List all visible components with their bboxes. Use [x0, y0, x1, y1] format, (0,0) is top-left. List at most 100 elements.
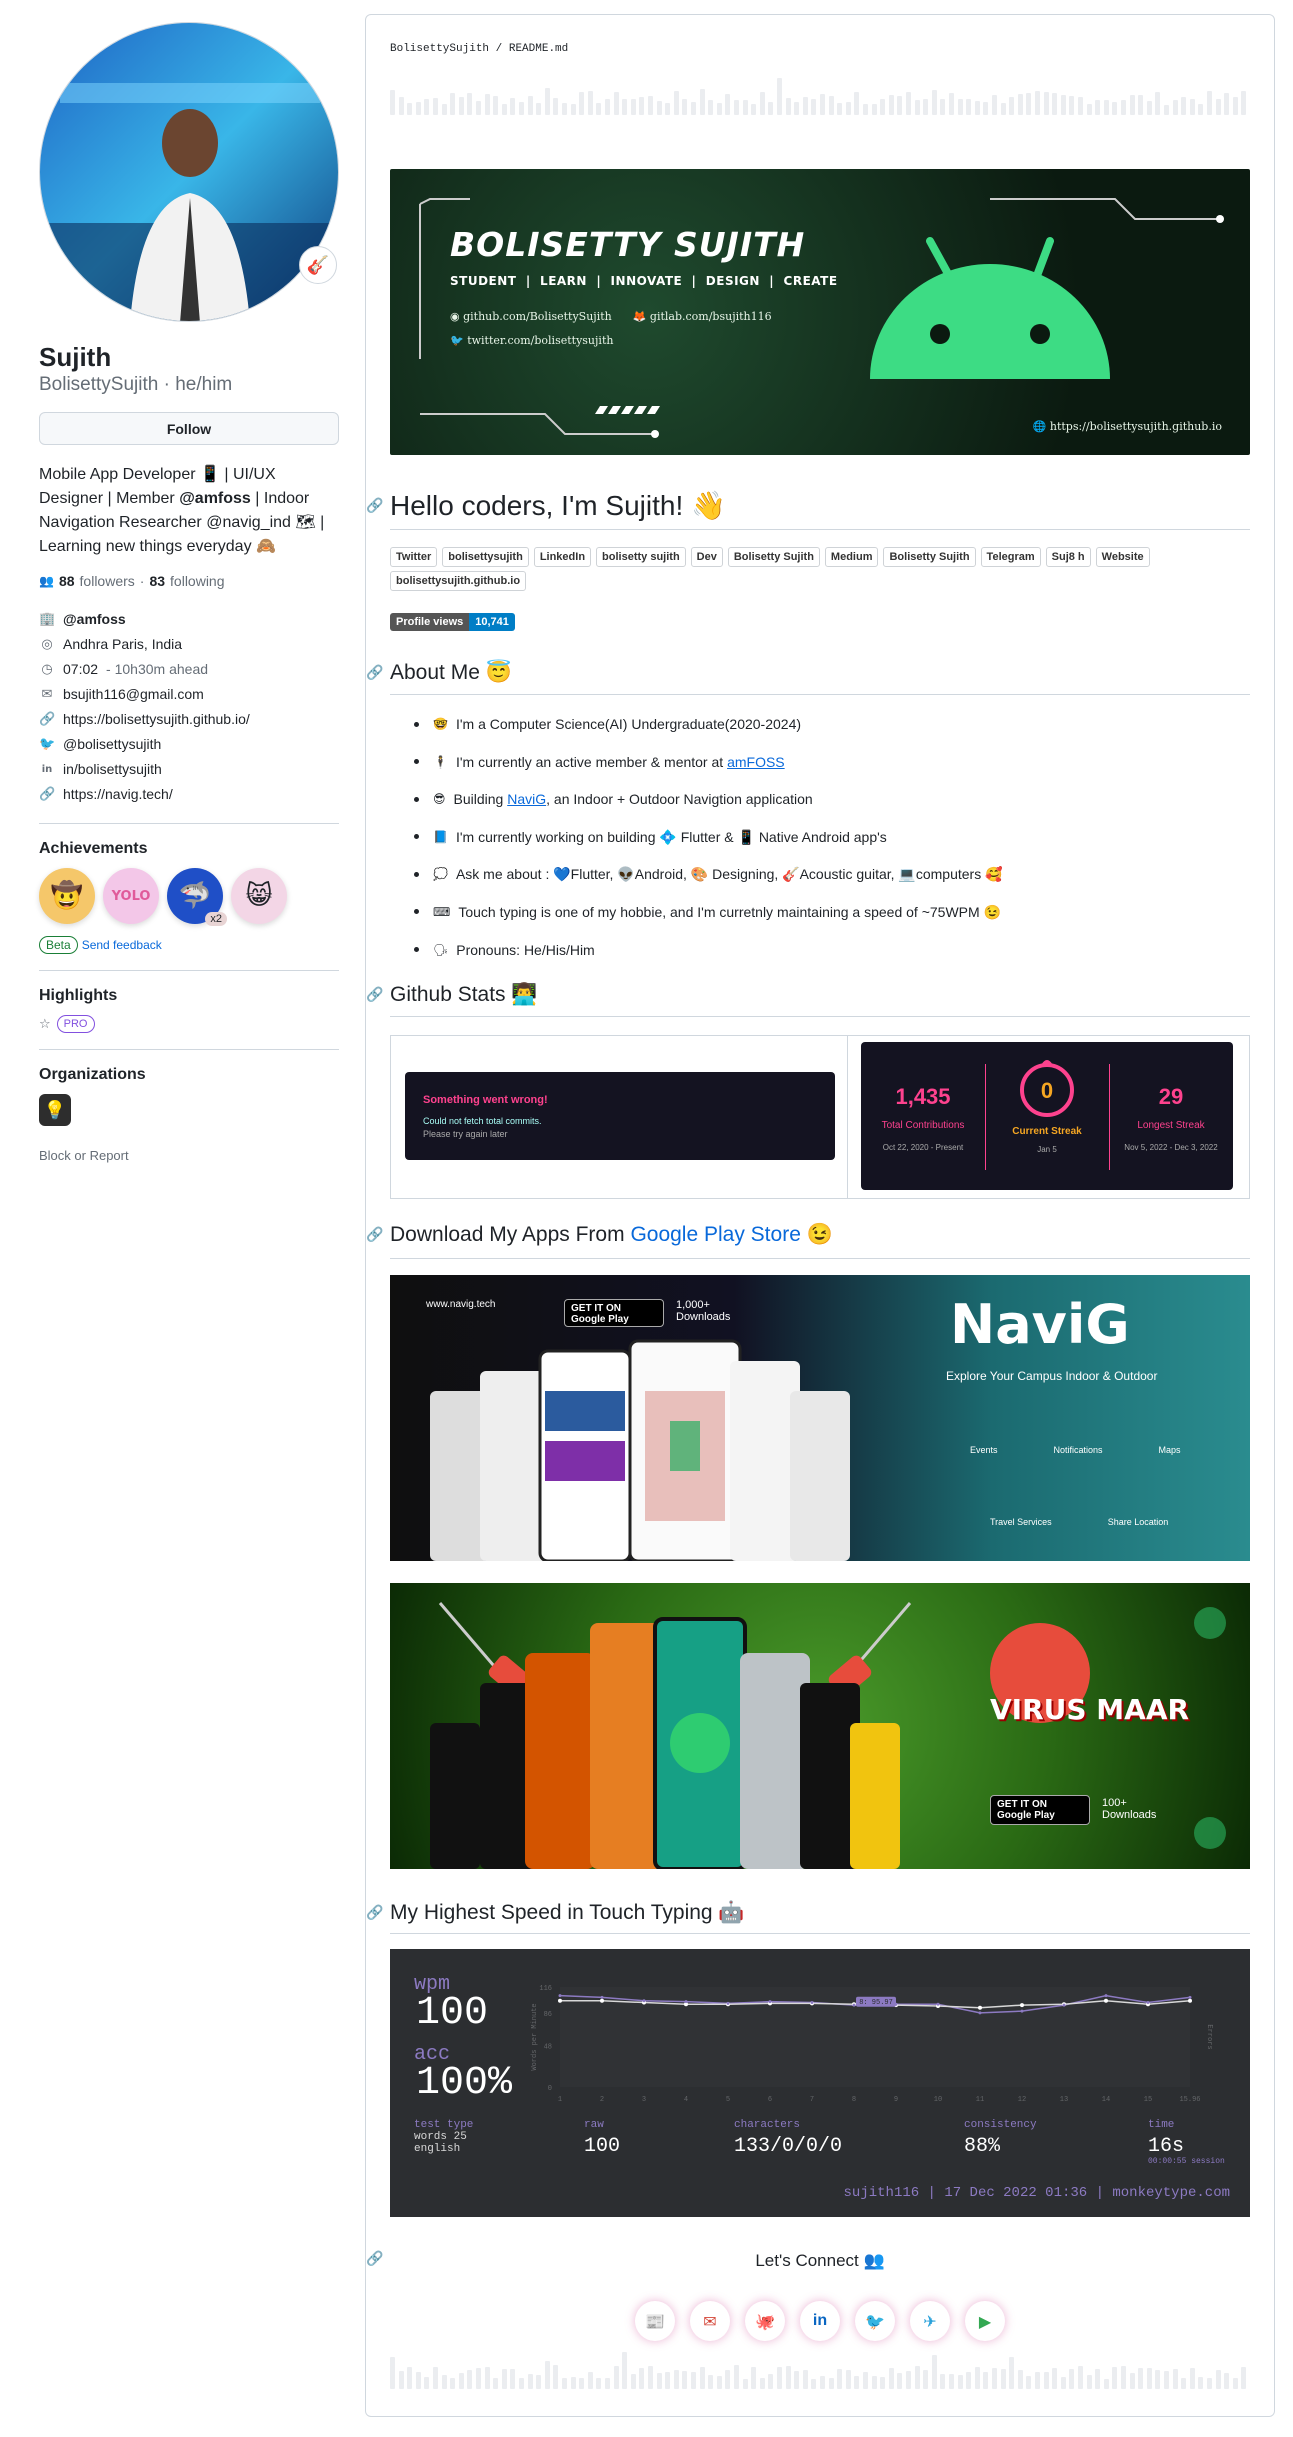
snake-cell [450, 2378, 456, 2389]
snake-cell [1069, 2369, 1075, 2389]
mt-wpm-chart: 116864801 2 3 4 5 6 7 8 9 10 11 12 13 14 15 15.96Words … [531, 1985, 1213, 2104]
navig-app-banner[interactable]: www.navig.tech GET IT ON Google Play 1,0… [390, 1275, 1250, 1561]
shield-linkedin-handle[interactable]: bolisetty sujith [596, 547, 686, 567]
divider [39, 823, 339, 824]
snake-cell [476, 101, 481, 115]
org-avatar[interactable]: 💡 [39, 1094, 71, 1126]
shield-twitter[interactable]: Twitter [390, 547, 438, 567]
play-store-link[interactable]: Google Play Store [630, 1223, 800, 1246]
shield-dev[interactable]: Dev [690, 547, 723, 567]
x-tick-label: 12 [1018, 2096, 1026, 2104]
achievement-badge[interactable]: 🦈 x2 [167, 868, 227, 926]
location-text: Andhra Paris, India [63, 636, 183, 652]
shield-website[interactable]: Website [1095, 547, 1150, 567]
anchor-link-icon[interactable]: 🔗 [366, 1905, 384, 1921]
send-feedback-link[interactable]: Send feedback [82, 938, 162, 952]
snake-cell [914, 100, 920, 115]
newspaper-icon[interactable]: 📰 [635, 2301, 675, 2341]
x-tick-label: 3 [642, 2096, 646, 2104]
heading-typing-text: My Highest Speed in Touch Typing 🤖 [390, 1901, 745, 1924]
x-tick-label: 11 [976, 2096, 984, 2104]
breadcrumb-file[interactable]: README.md [509, 43, 568, 55]
shield-website-url[interactable]: bolisettysujith.github.io [390, 571, 527, 591]
linkedin-link[interactable]: in/bolisettysujith [63, 757, 162, 782]
snake-cell [1026, 92, 1032, 115]
shield-medium[interactable]: Medium [824, 547, 879, 567]
snake-cell [888, 2368, 894, 2389]
profile-login: BolisettySujith · he/him [39, 374, 233, 395]
extra-link[interactable]: https://navig.tech/ [63, 782, 173, 807]
snake-cell [587, 91, 593, 115]
shield-telegram-handle[interactable]: Suj8 h [1045, 547, 1091, 567]
snake-cell [845, 101, 851, 115]
achievement-badge[interactable]: YOLO [103, 868, 159, 924]
shield-linkedin[interactable]: LinkedIn [533, 547, 592, 567]
breadcrumb-user[interactable]: BolisettySujith [390, 43, 489, 55]
achievement-badge[interactable]: 🤠 [39, 868, 95, 924]
twitter-icon[interactable]: 🐦 [855, 2301, 895, 2341]
snake-cell [691, 2371, 696, 2389]
shield-medium-handle[interactable]: Bolisetty Sujith [883, 547, 976, 567]
anchor-link-icon[interactable]: 🔗 [366, 665, 384, 681]
badge-glyph: YOLO [111, 888, 151, 904]
shield-dev-handle[interactable]: Bolisetty Sujith [727, 547, 820, 567]
amfoss-link[interactable]: amFOSS [727, 754, 785, 770]
snake-cell [708, 100, 714, 115]
snake-cell [579, 91, 585, 115]
telegram-icon[interactable]: ✈ [910, 2301, 950, 2341]
google-play-icon[interactable]: ▶ [965, 2301, 1005, 2341]
email-link[interactable]: bsujith116@gmail.com [63, 682, 204, 707]
following-label[interactable]: following [170, 573, 224, 589]
snake-cell [630, 2373, 636, 2389]
snake-cell [1035, 91, 1040, 115]
achievement-badge[interactable]: 😸 [231, 868, 287, 924]
y-axis-label: Words per Minute [531, 2003, 539, 2070]
gmail-icon[interactable]: ✉ [690, 2301, 730, 2341]
snake-cell [536, 2374, 542, 2389]
github-icon[interactable]: 🐙 [745, 2301, 785, 2341]
snake-cell [828, 2377, 834, 2389]
profile-banner: BOLISETTY SUJITH STUDENT | LEARN | INNOV… [390, 169, 1250, 455]
snake-cell [957, 98, 963, 115]
org-link[interactable]: @amfoss [63, 607, 126, 632]
shield-telegram[interactable]: Telegram [980, 547, 1041, 567]
snake-cell [1138, 94, 1144, 115]
avatar[interactable] [39, 22, 339, 322]
snake-cell [1078, 2366, 1083, 2389]
heading-about: 🔗 About Me 😇 [366, 661, 1250, 685]
website-link[interactable]: https://bolisettysujith.github.io/ [63, 707, 250, 732]
navig-link[interactable]: NaviG [507, 791, 546, 807]
anchor-link-icon[interactable]: 🔗 [366, 1227, 384, 1243]
bio-org-link[interactable]: @amfoss [179, 490, 251, 507]
snake-cell [562, 2377, 567, 2389]
block-report-link[interactable]: Block or Report [39, 1148, 339, 1163]
linkedin-icon[interactable]: in [800, 2301, 840, 2341]
snake-cell [510, 2369, 516, 2389]
total-contributions-range: Oct 22, 2020 - Present [882, 1143, 964, 1152]
snake-cell [1095, 100, 1101, 115]
snake-cell [837, 103, 843, 115]
android-logo [870, 237, 1110, 379]
shield-twitter-handle[interactable]: bolisettysujith [442, 547, 529, 567]
globe-icon: 🌐 [1032, 420, 1047, 433]
followers-label[interactable]: followers [80, 573, 135, 589]
following-count[interactable]: 83 [149, 573, 165, 589]
item-text: I'm currently working on building 💠 Flut… [455, 828, 887, 845]
achievements-title[interactable]: Achievements [39, 840, 339, 858]
snake-cell [820, 94, 825, 115]
snake-cell [983, 2372, 989, 2389]
snake-cell [957, 2374, 963, 2389]
status-emoji-button[interactable]: 🎸 [299, 246, 337, 284]
virus-maar-app-banner[interactable]: VIRUS MAAR GET IT ON Google Play 100+ Do… [390, 1583, 1250, 1869]
anchor-link-icon[interactable]: 🔗 [366, 498, 384, 514]
twitter-link[interactable]: @bolisettysujith [63, 732, 161, 757]
snake-cell [1207, 2378, 1212, 2389]
heading-about-text: About Me 😇 [390, 661, 512, 684]
followers-count[interactable]: 88 [59, 573, 75, 589]
anchor-link-icon[interactable]: 🔗 [366, 987, 384, 1003]
snake-cell [1060, 94, 1066, 115]
snake-cell [1164, 104, 1169, 115]
mt-wpm-value: 100 [416, 1991, 489, 2036]
follow-button[interactable]: Follow [39, 412, 339, 445]
snake-cell [424, 98, 430, 115]
